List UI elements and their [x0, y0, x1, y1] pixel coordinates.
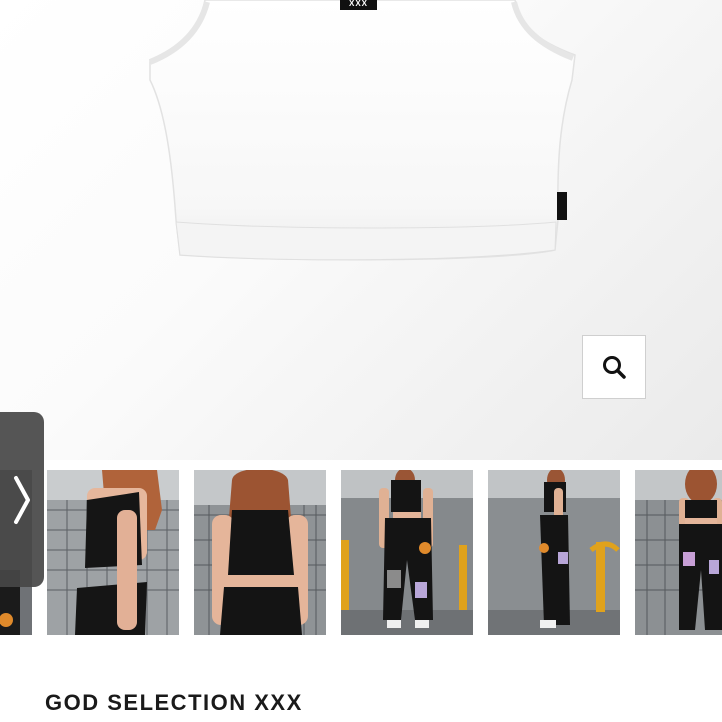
- gallery-prev-button[interactable]: [0, 412, 44, 587]
- thumbnail-2-image: [194, 470, 326, 635]
- thumbnail-4-image: [488, 470, 620, 635]
- thumbnail-5[interactable]: [635, 470, 722, 635]
- thumbnail-gallery: [0, 470, 722, 635]
- search-icon: [603, 356, 626, 379]
- thumbnail-1-image: [47, 470, 179, 635]
- thumbnail-2[interactable]: [194, 470, 326, 635]
- thumbnail-3-image: [341, 470, 473, 635]
- thumbnail-5-image: [635, 470, 722, 635]
- brand-name: GOD SELECTION XXX: [45, 690, 303, 715]
- thumbnail-1[interactable]: [47, 470, 179, 635]
- thumbnail-4[interactable]: [488, 470, 620, 635]
- neck-tag-text: XXX: [348, 0, 368, 8]
- zoom-button[interactable]: [582, 335, 646, 399]
- thumbnail-3[interactable]: [341, 470, 473, 635]
- chevron-right-icon: [14, 475, 30, 524]
